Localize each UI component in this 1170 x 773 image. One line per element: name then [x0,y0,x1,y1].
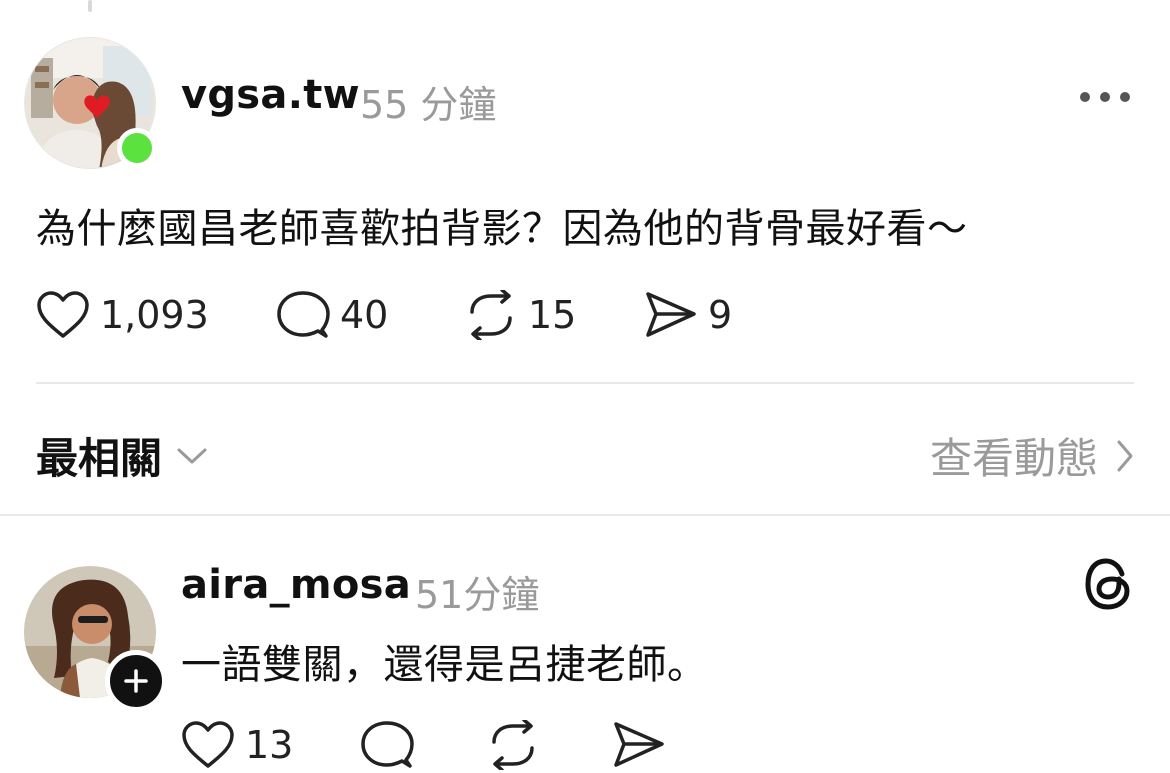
post-username[interactable]: vgsa.tw [181,72,360,118]
share-button[interactable]: 9 [644,290,732,340]
sort-dropdown[interactable]: 最相關 [36,425,208,486]
sort-label: 最相關 [36,434,163,483]
share-count: 9 [708,293,733,337]
repost-count: 15 [528,293,577,337]
more-icon[interactable] [1080,88,1132,106]
reply-share-button[interactable] [612,720,666,770]
post-timestamp: 55 分鐘 [360,83,497,127]
comment-icon [277,291,330,338]
more-dot [1100,92,1110,102]
like-button[interactable]: 1,093 [36,290,209,340]
like-count: 1,093 [100,293,209,337]
thread-connector-line [88,0,92,12]
plus-icon [124,669,148,693]
reply-text: 一語雙關，還得是呂捷老師。 [181,642,708,688]
comment-icon [361,721,414,768]
view-activity-link[interactable]: 查看動態 [930,425,1134,486]
repost-button[interactable]: 15 [464,290,576,340]
reply-timestamp: 51分鐘 [415,573,540,617]
share-icon [614,722,664,767]
reply-button[interactable]: 40 [276,290,388,340]
reply-repost-button[interactable] [486,720,540,770]
reply-like-button[interactable]: 13 [181,720,293,770]
share-icon [646,292,696,337]
repost-icon [470,290,512,340]
post-text: 為什麼國昌老師喜歡拍背影？因為他的背骨最好看～ [36,206,968,252]
chevron-down-icon [177,448,207,463]
reply-like-count: 13 [245,723,294,767]
online-status-indicator [117,128,157,168]
activity-label: 查看動態 [929,434,1098,483]
reply-username[interactable]: aira_mosa [181,562,411,608]
more-dot [1080,92,1090,102]
heart-icon [182,721,234,768]
heart-icon [37,291,89,338]
follow-button[interactable] [105,650,167,712]
chevron-right-icon [1117,440,1133,471]
repost-icon [492,720,534,770]
reply-comment-button[interactable] [360,720,414,770]
section-divider [0,514,1170,516]
threads-logo-icon[interactable] [1082,556,1134,612]
reply-count: 40 [340,293,389,337]
divider [36,382,1134,384]
more-dot [1120,92,1130,102]
